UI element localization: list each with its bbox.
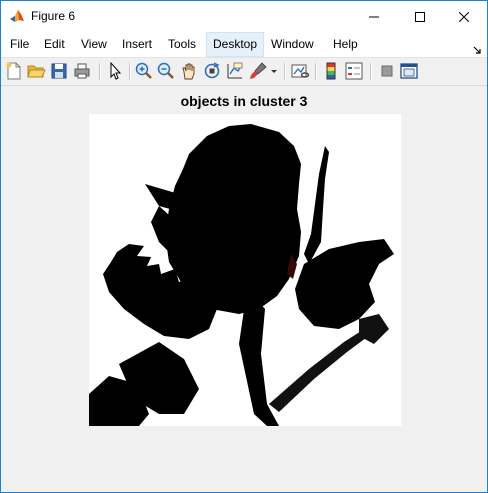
show-plot-tools-icon[interactable] [399, 61, 419, 81]
close-button[interactable] [441, 1, 487, 32]
close-icon [459, 11, 469, 22]
menu-tools[interactable]: Tools [164, 32, 200, 57]
maximize-button[interactable] [397, 1, 443, 32]
legend-icon[interactable] [344, 61, 364, 81]
zoom-out-icon[interactable] [156, 61, 176, 81]
menu-window[interactable]: Window [267, 32, 318, 57]
menu-help[interactable]: Help [329, 32, 362, 57]
cluster-image[interactable] [89, 114, 401, 426]
maximize-icon [415, 11, 425, 22]
zoom-in-icon[interactable] [134, 61, 154, 81]
data-cursor-icon[interactable] [225, 61, 245, 81]
toolbar-separator [315, 63, 317, 80]
colorbar-icon[interactable] [321, 61, 341, 81]
axes-title: objects in cluster 3 [180, 93, 308, 109]
link-plot-icon[interactable] [290, 61, 310, 81]
figure-toolbar [1, 58, 487, 86]
toolbar-separator [284, 63, 286, 80]
menu-insert[interactable]: Insert [118, 32, 156, 57]
menu-view[interactable]: View [77, 32, 111, 57]
minimize-icon [369, 16, 379, 17]
figure-canvas[interactable]: objects in cluster 3 [1, 86, 487, 492]
pointer-icon[interactable] [105, 61, 125, 81]
menu-desktop[interactable]: Desktop [206, 32, 264, 57]
rotate-3d-icon[interactable] [202, 61, 222, 81]
print-icon[interactable] [72, 61, 92, 81]
toolbar-separator [370, 63, 372, 80]
rose-silhouette-image [89, 114, 401, 426]
pan-icon[interactable] [179, 61, 199, 81]
toolbar-separator [129, 63, 131, 80]
open-file-icon[interactable] [26, 61, 46, 81]
toolbar-separator [99, 63, 101, 80]
brush-icon[interactable] [248, 61, 268, 81]
save-icon[interactable] [49, 61, 69, 81]
menu-edit[interactable]: Edit [40, 32, 69, 57]
brush-dropdown-icon[interactable] [269, 61, 279, 81]
menu-file[interactable]: File [6, 32, 33, 57]
title-bar[interactable]: Figure 6 [1, 1, 487, 32]
matlab-icon [9, 8, 25, 24]
menu-bar: File Edit View Insert Tools Desktop Wind… [1, 32, 487, 58]
minimize-button[interactable] [351, 1, 397, 32]
hide-plot-tools-icon[interactable] [377, 61, 397, 81]
figure-window: Figure 6 File Edit View Insert Tools Des… [0, 0, 488, 493]
new-figure-icon[interactable] [4, 61, 24, 81]
window-title: Figure 6 [31, 9, 76, 23]
dock-arrow-icon[interactable] [473, 41, 481, 54]
